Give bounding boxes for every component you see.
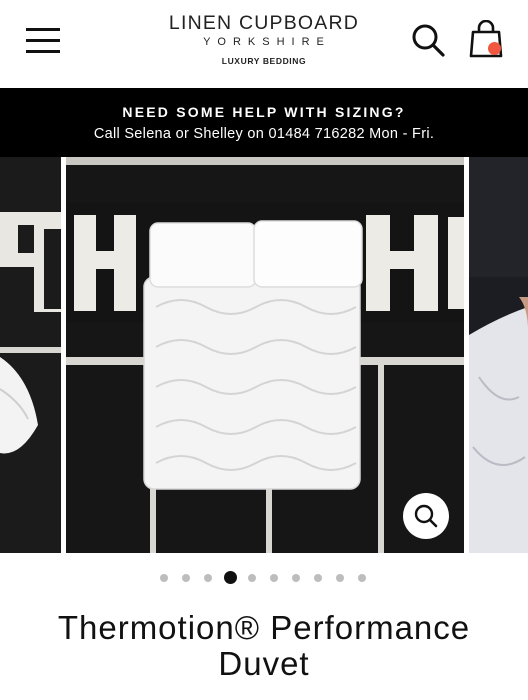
carousel-dot-active[interactable] [223,571,237,584]
carousel-dot[interactable] [182,574,190,582]
carousel-pagination [0,571,528,585]
carousel-dot[interactable] [160,574,168,582]
previous-slide-image[interactable] [0,157,61,553]
carousel-dot[interactable] [292,574,300,582]
carousel-dot[interactable] [358,574,366,582]
banner-subtitle: Call Selena or Shelley on 01484 716282 M… [93,126,435,142]
shopping-bag-icon [469,19,503,58]
zoom-button[interactable] [403,493,449,539]
next-slide-image[interactable] [469,157,528,553]
product-title: Thermotion® Performance Duvet [57,609,471,682]
site-header: LINEN CUPBOARD YORKSHIRE LUXURY BEDDING [0,0,528,88]
search-icon [412,24,445,57]
carousel-dot[interactable] [270,574,278,582]
carousel-dot[interactable] [336,574,344,582]
site-logo[interactable]: LINEN CUPBOARD YORKSHIRE LUXURY BEDDING [150,12,378,66]
logo-name: LINEN CUPBOARD [168,12,360,34]
hamburger-menu-icon-line [26,39,60,42]
logo-tagline: LUXURY BEDDING [221,56,307,66]
cart-count-badge [488,42,501,55]
hamburger-menu-icon [26,28,60,31]
zoom-icon [414,504,438,528]
carousel-dot[interactable] [248,574,256,582]
hamburger-menu-icon-line [26,50,60,53]
search-button[interactable] [410,22,446,58]
banner-title: NEED SOME HELP WITH SIZING? [122,104,406,120]
cart-button[interactable] [468,19,504,60]
menu-button[interactable] [26,26,60,54]
carousel-dot[interactable] [314,574,322,582]
logo-location: YORKSHIRE [203,36,331,48]
sizing-help-banner: NEED SOME HELP WITH SIZING? Call Selena … [0,88,528,157]
carousel-dot[interactable] [204,574,212,582]
